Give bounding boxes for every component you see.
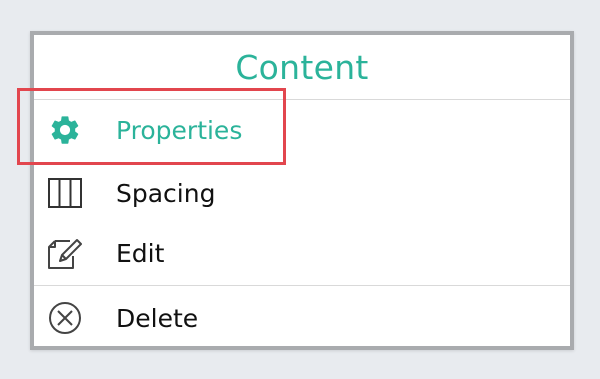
menu-item-label-edit: Edit: [116, 238, 165, 268]
delete-circle-x-icon: [46, 299, 84, 337]
menu-item-delete[interactable]: Delete: [34, 288, 570, 348]
context-menu: Content Properties Spacing Edit Delete: [30, 31, 574, 350]
menu-item-edit[interactable]: Edit: [34, 223, 570, 283]
menu-divider: [34, 285, 570, 286]
columns-icon: [46, 174, 84, 212]
menu-item-label-spacing: Spacing: [116, 178, 216, 208]
menu-item-label-delete: Delete: [116, 303, 199, 333]
edit-icon: [46, 234, 84, 272]
menu-item-spacing[interactable]: Spacing: [34, 163, 570, 223]
highlight-box: [17, 88, 286, 165]
